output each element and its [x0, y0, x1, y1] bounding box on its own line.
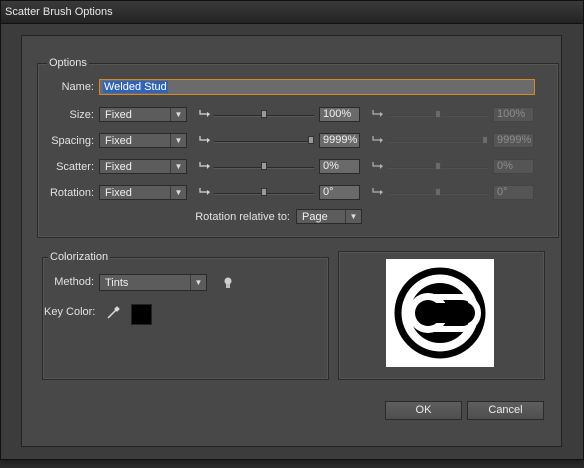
dialog-window: Scatter Brush Options Options Name: Weld… — [0, 0, 584, 460]
rotation-relative-dropdown[interactable]: Page ▼ — [296, 209, 362, 224]
scatter-label: Scatter: — [56, 161, 94, 173]
spacing-max-slider-track — [388, 141, 488, 143]
dialog-body: Options Name: Welded Stud Rotation relat… — [21, 35, 562, 447]
slider-max-icon — [372, 161, 384, 172]
chevron-down-icon: ▼ — [345, 210, 361, 223]
scatter-max-slider-thumb — [435, 162, 441, 170]
spacing-method-dropdown[interactable]: Fixed ▼ — [99, 133, 187, 148]
spacing-slider-track[interactable] — [214, 141, 314, 143]
spacing-max-slider-thumb — [482, 136, 488, 144]
size-slider-thumb[interactable] — [261, 110, 267, 118]
options-group-label: Options — [47, 57, 89, 69]
rotation-value-field[interactable]: 0° — [319, 185, 360, 200]
chevron-down-icon: ▼ — [170, 108, 186, 121]
welded-stud-icon — [394, 267, 486, 359]
spacing-slider-thumb[interactable] — [308, 136, 314, 144]
size-label: Size: — [69, 109, 94, 121]
rotation-max-slider-thumb — [435, 188, 441, 196]
spacing-label: Spacing: — [51, 135, 94, 147]
size-method-dropdown[interactable]: Fixed ▼ — [99, 107, 187, 122]
size-value-field[interactable]: 100% — [319, 107, 360, 122]
method-dropdown[interactable]: Tints ▼ — [99, 274, 207, 291]
window-title: Scatter Brush Options — [5, 6, 113, 18]
scatter-value-field[interactable]: 0% — [319, 159, 360, 174]
rotation-max-value-field: 0° — [493, 185, 534, 200]
eyedropper-icon[interactable] — [106, 306, 120, 320]
name-field-value: Welded Stud — [103, 81, 168, 93]
cancel-button[interactable]: Cancel — [467, 401, 544, 420]
slider-max-icon — [372, 135, 384, 146]
rotation-relative-value: Page — [302, 211, 328, 223]
scatter-method-dropdown[interactable]: Fixed ▼ — [99, 159, 187, 174]
method-value: Tints — [105, 277, 129, 289]
title-bar[interactable]: Scatter Brush Options — [1, 1, 583, 24]
size-max-slider-thumb — [435, 110, 441, 118]
ok-button[interactable]: OK — [385, 401, 462, 420]
spacing-method-value: Fixed — [105, 135, 132, 147]
method-label: Method: — [54, 276, 94, 288]
slider-min-icon — [199, 135, 211, 146]
chevron-down-icon: ▼ — [170, 134, 186, 147]
lightbulb-icon[interactable] — [222, 276, 234, 290]
spacing-max-value-field: 9999% — [493, 133, 534, 148]
chevron-down-icon: ▼ — [190, 275, 206, 290]
spacing-value-field[interactable]: 9999% — [319, 133, 360, 148]
size-method-value: Fixed — [105, 109, 132, 121]
key-color-swatch[interactable] — [131, 304, 152, 325]
scatter-max-value-field: 0% — [493, 159, 534, 174]
colorization-group-label: Colorization — [48, 251, 111, 263]
rotation-slider-thumb[interactable] — [261, 188, 267, 196]
rotation-method-dropdown[interactable]: Fixed ▼ — [99, 185, 187, 200]
size-max-value-field: 100% — [493, 107, 534, 122]
slider-min-icon — [199, 187, 211, 198]
brush-preview — [386, 259, 494, 367]
slider-max-icon — [372, 109, 384, 120]
slider-min-icon — [199, 161, 211, 172]
key-color-label: Key Color: — [44, 306, 96, 318]
slider-min-icon — [199, 109, 211, 120]
rotation-label: Rotation: — [49, 187, 94, 199]
scatter-slider-thumb[interactable] — [261, 162, 267, 170]
name-field[interactable]: Welded Stud — [99, 79, 535, 95]
rotation-method-value: Fixed — [105, 187, 132, 199]
scatter-method-value: Fixed — [105, 161, 132, 173]
chevron-down-icon: ▼ — [170, 160, 186, 173]
name-label: Name: — [61, 81, 94, 93]
slider-max-icon — [372, 187, 384, 198]
rotation-relative-label: Rotation relative to: — [195, 211, 290, 223]
chevron-down-icon: ▼ — [170, 186, 186, 199]
